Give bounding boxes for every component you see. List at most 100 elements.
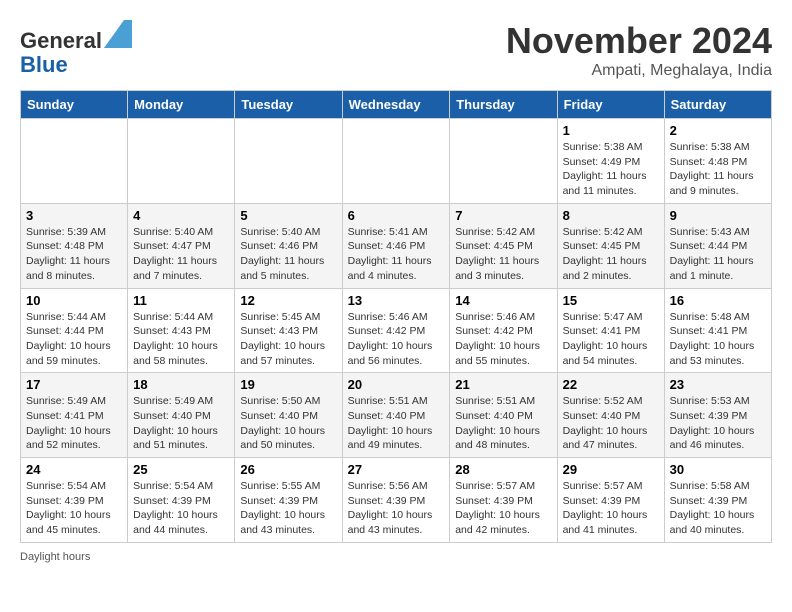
day-number: 19	[240, 377, 336, 392]
calendar-cell: 3Sunrise: 5:39 AM Sunset: 4:48 PM Daylig…	[21, 203, 128, 288]
day-number: 10	[26, 293, 122, 308]
calendar-cell: 19 Sunrise: 5:50 AM Sunset: 4:40 PM Dayli…	[235, 373, 342, 458]
calendar-cell	[235, 119, 342, 204]
title-block: November 2024 Ampati, Meghalaya, India	[506, 20, 772, 80]
day-number: 25	[133, 462, 229, 477]
day-number: 20	[348, 377, 445, 392]
calendar-cell: 18Sunrise: 5:49 AM Sunset: 4:40 PM Dayli…	[128, 373, 235, 458]
calendar-cell: 24Sunrise: 5:54 AM Sunset: 4:39 PM Dayli…	[21, 458, 128, 543]
calendar-header-row: SundayMondayTuesdayWednesdayThursdayFrid…	[21, 91, 772, 119]
day-number: 9	[670, 208, 766, 223]
calendar-cell: 29 Sunrise: 5:57 AM Sunset: 4:39 PM Dayli…	[557, 458, 664, 543]
footer: Daylight hours	[20, 551, 772, 563]
calendar-header-saturday: Saturday	[664, 91, 771, 119]
calendar-cell: 11 Sunrise: 5:44 AM Sunset: 4:43 PM Dayli…	[128, 288, 235, 373]
calendar-header-sunday: Sunday	[21, 91, 128, 119]
calendar-cell: 16Sunrise: 5:48 AM Sunset: 4:41 PM Dayli…	[664, 288, 771, 373]
calendar-cell: 15 Sunrise: 5:47 AM Sunset: 4:41 PM Dayli…	[557, 288, 664, 373]
day-info: Sunrise: 5:45 AM Sunset: 4:43 PM Dayligh…	[240, 310, 336, 369]
day-info: Sunrise: 5:49 AM Sunset: 4:40 PM Dayligh…	[133, 394, 229, 453]
day-number: 11	[133, 293, 229, 308]
day-info: Sunrise: 5:41 AM Sunset: 4:46 PM Dayligh…	[348, 225, 445, 284]
calendar-cell: 17 Sunrise: 5:49 AM Sunset: 4:41 PM Dayli…	[21, 373, 128, 458]
day-info: Sunrise: 5:52 AM Sunset: 4:40 PM Dayligh…	[563, 394, 659, 453]
calendar-cell	[21, 119, 128, 204]
day-number: 5	[240, 208, 336, 223]
day-number: 16	[670, 293, 766, 308]
calendar-cell: 21Sunrise: 5:51 AM Sunset: 4:40 PM Dayli…	[450, 373, 557, 458]
calendar-cell: 26Sunrise: 5:55 AM Sunset: 4:39 PM Dayli…	[235, 458, 342, 543]
location: Ampati, Meghalaya, India	[506, 62, 772, 80]
day-info: Sunrise: 5:57 AM Sunset: 4:39 PM Dayligh…	[455, 479, 551, 538]
logo-icon	[104, 20, 132, 48]
calendar-cell: 28 Sunrise: 5:57 AM Sunset: 4:39 PM Dayli…	[450, 458, 557, 543]
month-title: November 2024	[506, 20, 772, 62]
calendar-header-monday: Monday	[128, 91, 235, 119]
day-number: 17	[26, 377, 122, 392]
calendar-cell: 20Sunrise: 5:51 AM Sunset: 4:40 PM Dayli…	[342, 373, 450, 458]
day-info: Sunrise: 5:55 AM Sunset: 4:39 PM Dayligh…	[240, 479, 336, 538]
day-number: 1	[563, 123, 659, 138]
calendar-cell: 4Sunrise: 5:40 AM Sunset: 4:47 PM Daylig…	[128, 203, 235, 288]
calendar-cell: 27 Sunrise: 5:56 AM Sunset: 4:39 PM Dayli…	[342, 458, 450, 543]
day-info: Sunrise: 5:50 AM Sunset: 4:40 PM Dayligh…	[240, 394, 336, 453]
day-info: Sunrise: 5:43 AM Sunset: 4:44 PM Dayligh…	[670, 225, 766, 284]
day-info: Sunrise: 5:40 AM Sunset: 4:46 PM Dayligh…	[240, 225, 336, 284]
day-info: Sunrise: 5:42 AM Sunset: 4:45 PM Dayligh…	[563, 225, 659, 284]
calendar-header-tuesday: Tuesday	[235, 91, 342, 119]
calendar-cell: 5 Sunrise: 5:40 AM Sunset: 4:46 PM Daylig…	[235, 203, 342, 288]
calendar-cell: 1 Sunrise: 5:38 AM Sunset: 4:49 PM Daylig…	[557, 119, 664, 204]
day-info: Sunrise: 5:38 AM Sunset: 4:49 PM Dayligh…	[563, 140, 659, 199]
calendar-week-1: 1 Sunrise: 5:38 AM Sunset: 4:49 PM Daylig…	[21, 119, 772, 204]
day-info: Sunrise: 5:58 AM Sunset: 4:39 PM Dayligh…	[670, 479, 766, 538]
calendar-cell	[128, 119, 235, 204]
calendar-cell: 9 Sunrise: 5:43 AM Sunset: 4:44 PM Daylig…	[664, 203, 771, 288]
calendar-cell: 10Sunrise: 5:44 AM Sunset: 4:44 PM Dayli…	[21, 288, 128, 373]
day-number: 30	[670, 462, 766, 477]
day-info: Sunrise: 5:57 AM Sunset: 4:39 PM Dayligh…	[563, 479, 659, 538]
calendar-body: 1 Sunrise: 5:38 AM Sunset: 4:49 PM Daylig…	[21, 119, 772, 543]
calendar-cell: 14 Sunrise: 5:46 AM Sunset: 4:42 PM Dayli…	[450, 288, 557, 373]
calendar-cell: 30 Sunrise: 5:58 AM Sunset: 4:39 PM Dayli…	[664, 458, 771, 543]
day-info: Sunrise: 5:44 AM Sunset: 4:43 PM Dayligh…	[133, 310, 229, 369]
day-number: 13	[348, 293, 445, 308]
day-info: Sunrise: 5:42 AM Sunset: 4:45 PM Dayligh…	[455, 225, 551, 284]
day-info: Sunrise: 5:38 AM Sunset: 4:48 PM Dayligh…	[670, 140, 766, 199]
calendar-week-3: 10Sunrise: 5:44 AM Sunset: 4:44 PM Dayli…	[21, 288, 772, 373]
day-info: Sunrise: 5:49 AM Sunset: 4:41 PM Dayligh…	[26, 394, 122, 453]
page-header: General Blue November 2024 Ampati, Megha…	[20, 20, 772, 80]
day-number: 7	[455, 208, 551, 223]
day-number: 27	[348, 462, 445, 477]
day-number: 24	[26, 462, 122, 477]
calendar-week-2: 3Sunrise: 5:39 AM Sunset: 4:48 PM Daylig…	[21, 203, 772, 288]
day-number: 4	[133, 208, 229, 223]
day-info: Sunrise: 5:46 AM Sunset: 4:42 PM Dayligh…	[348, 310, 445, 369]
day-number: 2	[670, 123, 766, 138]
day-info: Sunrise: 5:47 AM Sunset: 4:41 PM Dayligh…	[563, 310, 659, 369]
calendar-cell: 23Sunrise: 5:53 AM Sunset: 4:39 PM Dayli…	[664, 373, 771, 458]
day-number: 28	[455, 462, 551, 477]
day-number: 22	[563, 377, 659, 392]
logo: General Blue	[20, 20, 132, 77]
day-number: 21	[455, 377, 551, 392]
day-info: Sunrise: 5:53 AM Sunset: 4:39 PM Dayligh…	[670, 394, 766, 453]
day-number: 8	[563, 208, 659, 223]
day-number: 15	[563, 293, 659, 308]
calendar-week-5: 24Sunrise: 5:54 AM Sunset: 4:39 PM Dayli…	[21, 458, 772, 543]
day-info: Sunrise: 5:56 AM Sunset: 4:39 PM Dayligh…	[348, 479, 445, 538]
daylight-label: Daylight hours	[20, 551, 90, 563]
calendar-cell: 6Sunrise: 5:41 AM Sunset: 4:46 PM Daylig…	[342, 203, 450, 288]
day-number: 3	[26, 208, 122, 223]
calendar-cell: 2 Sunrise: 5:38 AM Sunset: 4:48 PM Daylig…	[664, 119, 771, 204]
calendar-header-wednesday: Wednesday	[342, 91, 450, 119]
calendar-cell: 13 Sunrise: 5:46 AM Sunset: 4:42 PM Dayli…	[342, 288, 450, 373]
calendar-cell: 7 Sunrise: 5:42 AM Sunset: 4:45 PM Daylig…	[450, 203, 557, 288]
calendar-cell: 12Sunrise: 5:45 AM Sunset: 4:43 PM Dayli…	[235, 288, 342, 373]
day-number: 29	[563, 462, 659, 477]
day-info: Sunrise: 5:46 AM Sunset: 4:42 PM Dayligh…	[455, 310, 551, 369]
day-number: 14	[455, 293, 551, 308]
logo-blue: Blue	[20, 52, 68, 77]
logo-general: General	[20, 28, 102, 53]
calendar-cell: 8 Sunrise: 5:42 AM Sunset: 4:45 PM Daylig…	[557, 203, 664, 288]
calendar-table: SundayMondayTuesdayWednesdayThursdayFrid…	[20, 90, 772, 543]
